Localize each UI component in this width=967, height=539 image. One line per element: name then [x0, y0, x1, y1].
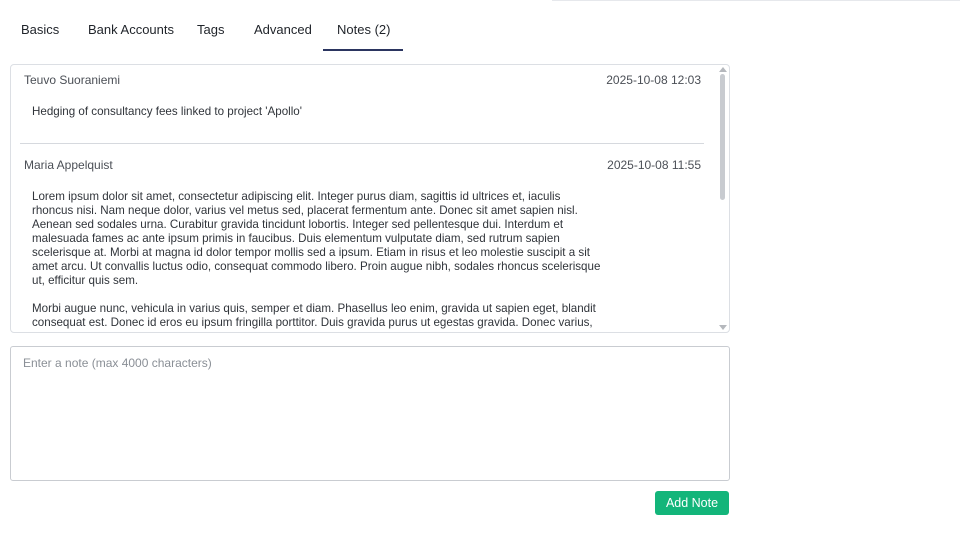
note-paragraph: Morbi augue nunc, vehicula in varius qui… — [32, 302, 596, 329]
tab-notes[interactable]: Notes (2) — [337, 18, 390, 40]
note-text: Hedging of consultancy fees linked to pr… — [32, 105, 604, 133]
note-timestamp: 2025-10-08 12:03 — [606, 73, 701, 87]
scroll-thumb[interactable] — [720, 74, 725, 200]
tab-basics[interactable]: Basics — [21, 18, 59, 40]
tab-label: Basics — [21, 21, 60, 37]
note-text: Lorem ipsum dolor sit amet, consectetur … — [32, 190, 604, 332]
scroll-down-arrow-icon[interactable] — [719, 325, 727, 330]
active-tab-indicator — [323, 49, 403, 51]
note-timestamp: 2025-10-08 11:55 — [607, 158, 701, 172]
scroll-up-arrow-icon[interactable] — [719, 67, 727, 72]
notes-page: Basics Bank Accounts Tags Advanced Notes… — [0, 0, 967, 539]
tab-label: Tags — [197, 21, 225, 37]
note-item: Maria Appelquist 2025-10-08 11:55 Lorem … — [11, 145, 717, 332]
notes-list[interactable]: Teuvo Suoraniemi 2025-10-08 12:03 Hedgin… — [10, 64, 730, 333]
tab-label: Bank Accounts — [88, 21, 174, 37]
note-input[interactable] — [10, 346, 730, 481]
tab-label: Notes (2) — [337, 21, 391, 37]
tab-bank-accounts[interactable]: Bank Accounts — [88, 18, 174, 40]
note-author: Maria Appelquist — [24, 158, 113, 172]
note-author: Teuvo Suoraniemi — [24, 73, 121, 87]
top-divider — [552, 0, 960, 1]
note-paragraph: Hedging of consultancy fees linked to pr… — [32, 105, 302, 118]
note-paragraph: Lorem ipsum dolor sit amet, consectetur … — [32, 190, 601, 287]
add-note-button[interactable]: Add Note — [655, 491, 729, 515]
note-divider — [20, 143, 704, 144]
tab-advanced[interactable]: Advanced — [254, 18, 312, 40]
note-item: Teuvo Suoraniemi 2025-10-08 12:03 Hedgin… — [11, 65, 717, 144]
notes-scrollbar[interactable] — [718, 66, 728, 331]
tab-tags[interactable]: Tags — [197, 18, 224, 40]
tab-label: Advanced — [254, 21, 312, 37]
